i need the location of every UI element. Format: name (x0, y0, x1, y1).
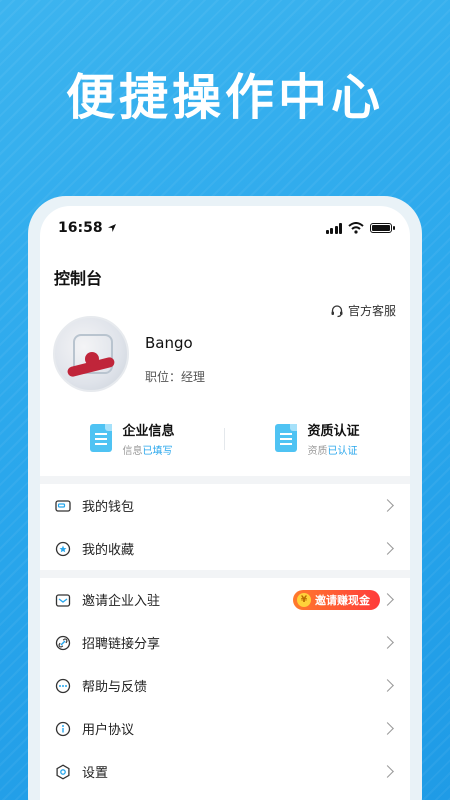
chevron-right-icon (381, 722, 394, 735)
chevron-right-icon (381, 636, 394, 649)
menu-group-secondary: 邀请企业入驻 ¥ 邀请赚现金 招聘链接分享 帮助与反馈 用户协议 设置 (40, 578, 410, 793)
coin-icon: ¥ (297, 593, 311, 607)
section-separator (40, 476, 410, 484)
location-arrow-icon (107, 224, 116, 232)
company-info-prefix: 信息 (122, 445, 143, 457)
wifi-icon (348, 222, 364, 234)
chevron-right-icon (381, 593, 394, 606)
avatar[interactable] (53, 316, 129, 392)
status-time: 16:58 (58, 220, 103, 236)
app-screen: 16:58 控制台 官方客服 Bango 职位：经理 企业信息 信息已填写 资质… (40, 206, 410, 800)
menu-item-help[interactable]: 帮助与反馈 (40, 664, 410, 707)
status-bar: 16:58 (40, 206, 410, 236)
user-name: Bango (145, 334, 193, 352)
gear-icon (54, 763, 72, 781)
page-title: 控制台 (54, 269, 103, 288)
company-info-status: 已填写 (142, 445, 173, 457)
menu-label: 帮助与反馈 (82, 680, 148, 695)
signal-icon (325, 222, 342, 234)
info-icon (54, 720, 72, 738)
section-separator (40, 570, 410, 578)
menu-item-share-link[interactable]: 招聘链接分享 (40, 621, 410, 664)
document-icon (90, 424, 113, 452)
invite-promo-badge[interactable]: ¥ 邀请赚现金 (293, 590, 380, 610)
menu-label: 招聘链接分享 (82, 637, 161, 652)
menu-label: 我的钱包 (82, 500, 135, 515)
qualification-status: 已认证 (327, 445, 358, 457)
document-icon (275, 424, 298, 452)
chevron-right-icon (381, 542, 394, 555)
company-info-button[interactable]: 企业信息 信息已填写 (40, 418, 225, 458)
user-role: 职位：经理 (145, 370, 206, 384)
chevron-right-icon (381, 765, 394, 778)
link-icon (54, 634, 72, 652)
quick-divider (224, 428, 225, 450)
invite-icon (54, 591, 72, 609)
menu-item-invite[interactable]: 邀请企业入驻 ¥ 邀请赚现金 (40, 578, 410, 621)
menu-item-agreement[interactable]: 用户协议 (40, 707, 410, 750)
battery-icon (370, 223, 395, 233)
qualification-title: 资质认证 (307, 423, 360, 439)
promo-headline: 便捷操作中心 (65, 69, 384, 126)
company-info-title: 企业信息 (122, 423, 175, 439)
menu-group-primary: 我的钱包 我的收藏 (40, 484, 410, 570)
quick-actions: 企业信息 信息已填写 资质认证 资质已认证 (40, 418, 410, 458)
menu-item-favorites[interactable]: 我的收藏 (40, 527, 410, 570)
wallet-icon (54, 497, 72, 515)
chevron-right-icon (381, 499, 394, 512)
star-icon (54, 540, 72, 558)
qualification-prefix: 资质 (307, 445, 328, 457)
qualification-button[interactable]: 资质认证 资质已认证 (225, 418, 410, 458)
chevron-right-icon (381, 679, 394, 692)
promo-label: 邀请赚现金 (315, 594, 370, 607)
profile-card[interactable]: Bango 职位：经理 (53, 316, 397, 396)
menu-label: 用户协议 (82, 723, 135, 738)
menu-label: 我的收藏 (82, 543, 135, 558)
menu-label: 设置 (82, 766, 109, 781)
help-icon (54, 677, 72, 695)
menu-item-settings[interactable]: 设置 (40, 750, 410, 793)
menu-item-wallet[interactable]: 我的钱包 (40, 484, 410, 527)
